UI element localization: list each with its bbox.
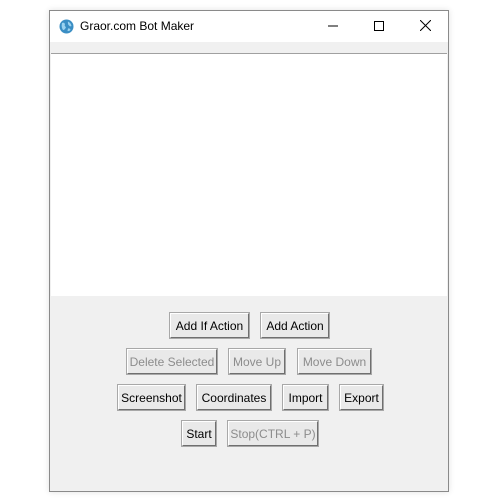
close-icon [419,18,431,36]
delete-selected-button[interactable]: Delete Selected [126,348,218,375]
import-button[interactable]: Import [282,384,329,411]
globe-icon [59,19,74,34]
stop-button[interactable]: Stop(CTRL + P) [227,420,319,447]
move-up-button[interactable]: Move Up [228,348,286,375]
actions-list[interactable] [51,53,447,296]
minimize-icon [328,18,338,36]
app-window: Graor.com Bot Maker Add If Action Add Ac… [49,10,449,492]
move-down-button[interactable]: Move Down [297,348,372,375]
maximize-button[interactable] [356,11,402,42]
add-if-action-button[interactable]: Add If Action [169,312,250,339]
start-button[interactable]: Start [181,420,217,447]
close-button[interactable] [402,11,448,42]
screenshot-button[interactable]: Screenshot [117,384,186,411]
export-button[interactable]: Export [339,384,384,411]
title-bar[interactable]: Graor.com Bot Maker [50,11,448,42]
coordinates-button[interactable]: Coordinates [196,384,272,411]
window-title: Graor.com Bot Maker [80,19,195,33]
add-action-button[interactable]: Add Action [260,312,330,339]
maximize-icon [374,18,384,36]
minimize-button[interactable] [310,11,356,42]
